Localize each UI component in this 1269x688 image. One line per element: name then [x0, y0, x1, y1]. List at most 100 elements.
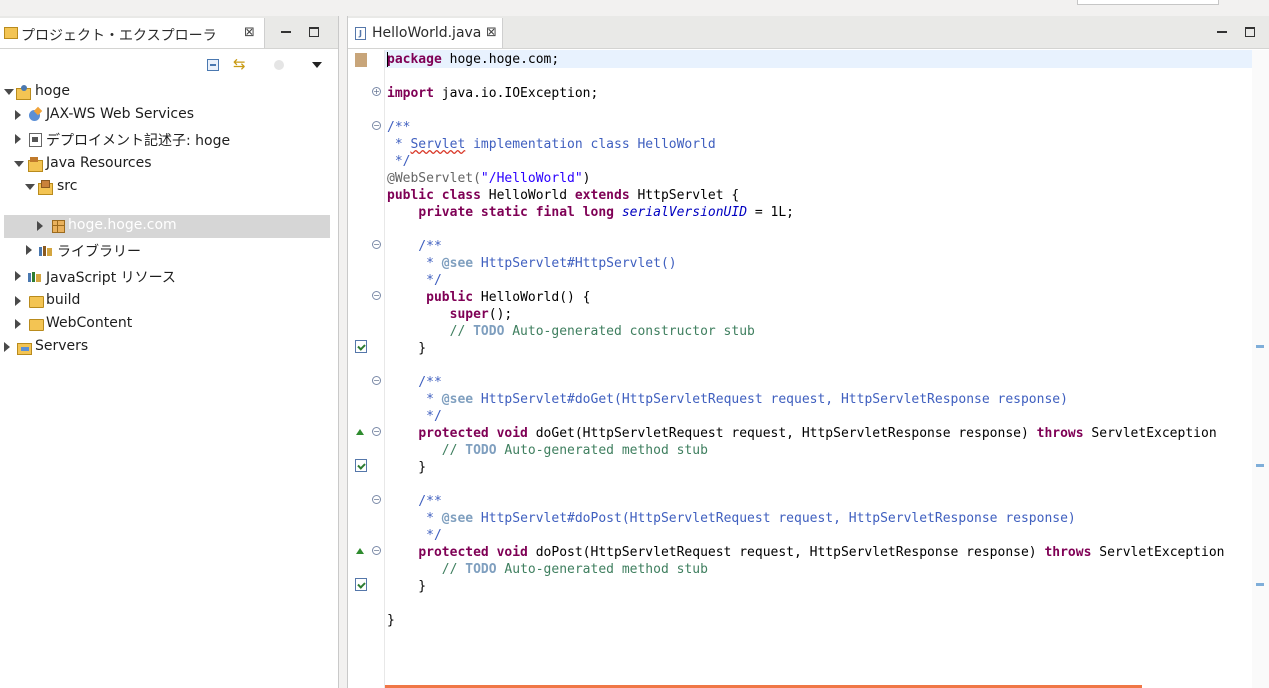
close-icon[interactable]: ⊠ [244, 25, 255, 40]
code-line: /** [387, 120, 411, 135]
tree-item-src[interactable]: src [0, 177, 338, 199]
folder-icon [29, 319, 44, 331]
collapse-fold-icon[interactable]: − [372, 376, 381, 385]
current-line-marker-icon [355, 53, 367, 67]
java-file-icon: J [355, 27, 366, 40]
folding-ruler: + − − − − − − − [368, 50, 384, 688]
view-menu-chevron-down-icon[interactable] [312, 62, 322, 68]
expand-arrow-icon[interactable] [15, 110, 21, 120]
project-explorer-toolbar: ⇆ [0, 49, 338, 77]
code-line: */ [387, 409, 442, 424]
expand-arrow-icon[interactable] [4, 89, 14, 95]
minimize-icon[interactable] [281, 31, 291, 33]
project-explorer-icon [4, 27, 18, 39]
code-line: package hoge.hoge.com; [387, 52, 560, 67]
tree-item-label: src [57, 178, 78, 194]
expand-arrow-icon[interactable] [15, 134, 21, 144]
code-line: * @see HttpServlet#doGet(HttpServletRequ… [387, 392, 1068, 407]
tree-item-webcontent[interactable]: WebContent [0, 314, 338, 336]
code-line: import java.io.IOException; [387, 86, 599, 101]
code-line: public HelloWorld() { [426, 290, 591, 305]
overview-ruler[interactable] [1252, 50, 1269, 688]
tree-item-jaxws[interactable]: JAX-WS Web Services [0, 105, 338, 127]
webservices-icon [28, 106, 43, 122]
maximize-icon[interactable] [309, 27, 319, 37]
code-line: /** [387, 494, 442, 509]
collapse-fold-icon[interactable]: − [372, 427, 381, 436]
servers-folder-icon [17, 340, 32, 355]
tree-item-label: hoge [35, 83, 70, 99]
collapse-fold-icon[interactable]: − [372, 291, 381, 300]
tree-item-label: JavaScript リソース [46, 270, 176, 286]
link-with-editor-icon[interactable]: ⇆ [233, 57, 246, 72]
expand-arrow-icon[interactable] [26, 245, 32, 255]
code-line: */ [387, 528, 442, 543]
expand-arrow-icon[interactable] [15, 271, 21, 281]
code-line: } [387, 341, 427, 356]
project-explorer-tab-title: プロジェクト・エクスプローラ [21, 28, 217, 44]
task-marker-icon[interactable] [355, 578, 367, 591]
tree-item-label: JAX-WS Web Services [46, 106, 195, 122]
task-overview-mark[interactable] [1256, 345, 1264, 348]
collapse-fold-icon[interactable]: − [372, 546, 381, 555]
code-line: private static final long serialVersionU… [418, 205, 795, 220]
tree-item-label: Servers [35, 338, 89, 354]
minimize-icon[interactable] [1217, 31, 1227, 33]
collapse-fold-icon[interactable]: − [372, 495, 381, 504]
expand-arrow-icon[interactable] [15, 319, 21, 329]
code-line: /** [387, 375, 442, 390]
expand-arrow-icon[interactable] [15, 296, 21, 306]
top-search-field[interactable] [1077, 0, 1219, 5]
text-cursor [387, 52, 388, 67]
filter-icon[interactable] [274, 60, 284, 70]
tree-item-hoge[interactable]: hoge [0, 82, 338, 104]
collapse-fold-icon[interactable]: − [372, 240, 381, 249]
code-line: } [387, 579, 427, 594]
library-icon [39, 243, 54, 257]
tree-item-javascript-resources[interactable]: JavaScript リソース [0, 266, 338, 288]
code-line: */ [387, 154, 411, 169]
project-explorer-tabbar: プロジェクト・エクスプローラ ⊠ [0, 16, 338, 49]
code-line: // TODO Auto-generated constructor stub [387, 324, 755, 339]
tree-item-deployment-descriptor[interactable]: デプロイメント記述子: hoge [0, 129, 338, 151]
java-resources-icon [28, 157, 43, 172]
task-overview-mark[interactable] [1256, 583, 1264, 586]
tree-item-label: hoge.hoge.com [68, 217, 177, 233]
task-marker-icon[interactable] [355, 459, 367, 472]
tree-item-library[interactable]: ライブラリー [0, 240, 338, 262]
project-icon [16, 85, 31, 100]
close-icon[interactable]: ⊠ [486, 25, 497, 40]
expand-arrow-icon[interactable] [25, 184, 35, 190]
collapse-all-icon[interactable] [207, 59, 219, 71]
collapse-fold-icon[interactable]: − [372, 121, 381, 130]
tree-item-servers[interactable]: Servers [0, 337, 338, 359]
tree-item-java-resources[interactable]: Java Resources [0, 154, 338, 176]
task-overview-mark[interactable] [1256, 464, 1264, 467]
editor-tab-helloworld[interactable]: J HelloWorld.java ⊠ [348, 18, 503, 48]
tree-item-hoge-hoge-com-selected[interactable]: hoge.hoge.com [4, 215, 330, 238]
expand-arrow-icon[interactable] [4, 342, 10, 352]
tree-item-label: build [46, 292, 81, 308]
code-line: */ [387, 273, 442, 288]
code-line: } [387, 460, 427, 475]
override-marker-icon[interactable] [356, 548, 364, 554]
code-line: * Servlet implementation class HelloWorl… [387, 137, 716, 152]
deployment-descriptor-icon [28, 132, 43, 147]
expand-arrow-icon[interactable] [37, 221, 43, 231]
tree-item-build[interactable]: build [0, 291, 338, 313]
expand-arrow-icon[interactable] [14, 161, 24, 167]
source-folder-icon [38, 180, 53, 195]
task-marker-icon[interactable] [355, 340, 367, 353]
code-line: // TODO Auto-generated method stub [387, 562, 708, 577]
tree-item-label: デプロイメント記述子: hoge [46, 133, 231, 149]
java-editor-view: J HelloWorld.java ⊠ + − − − − − − − pack… [347, 16, 1269, 688]
project-explorer-tab[interactable]: プロジェクト・エクスプローラ ⊠ [0, 18, 265, 48]
code-area[interactable]: package hoge.hoge.com; import java.io.IO… [384, 50, 1253, 688]
javascript-resources-icon [28, 269, 43, 283]
code-line: protected void doPost(HttpServletRequest… [418, 545, 1225, 560]
maximize-icon[interactable] [1245, 27, 1255, 37]
expand-fold-icon[interactable]: + [372, 87, 381, 96]
code-line: protected void doGet(HttpServletRequest … [418, 426, 1217, 441]
view-splitter[interactable] [339, 16, 347, 688]
override-marker-icon[interactable] [356, 429, 364, 435]
